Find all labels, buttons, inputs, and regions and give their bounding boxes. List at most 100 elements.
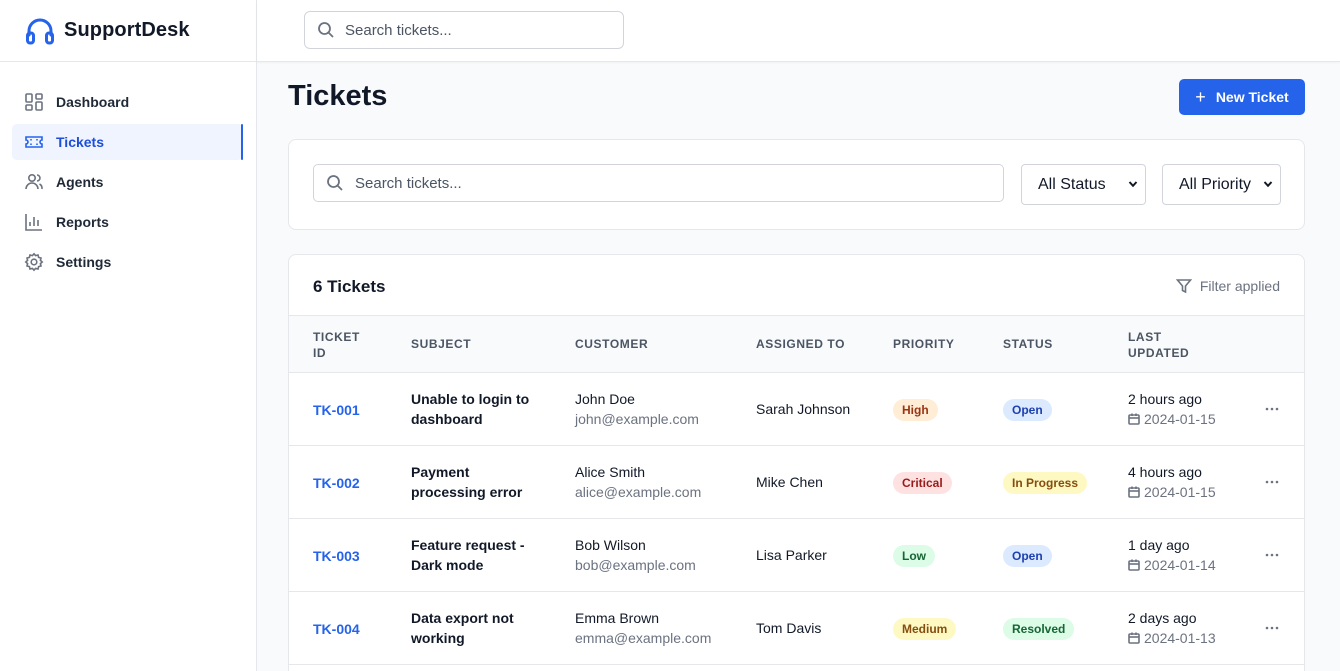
updated-relative: 4 hours ago	[1128, 464, 1202, 480]
updated-relative: 1 day ago	[1128, 537, 1190, 553]
sidebar-item-settings[interactable]: Settings	[12, 244, 243, 280]
sidebar-item-dashboard[interactable]: Dashboard	[12, 84, 243, 120]
more-horizontal-icon	[1265, 480, 1279, 484]
filter-icon	[1175, 279, 1192, 294]
status-badge: Open	[1003, 399, 1052, 421]
assigned-agent: Sarah Johnson	[756, 401, 851, 417]
calendar-icon	[1128, 559, 1140, 571]
updated-date: 2024-01-13	[1144, 630, 1216, 646]
last-updated-cell: 4 hours ago 2024-01-15	[1128, 462, 1216, 502]
priority-badge: Critical	[893, 472, 952, 494]
new-ticket-button[interactable]: + New Ticket	[1179, 79, 1305, 115]
sidebar-item-label: Tickets	[56, 134, 104, 150]
customer-email: alice@example.com	[575, 484, 702, 500]
table-row[interactable]: TK-001 Unable to login to dashboard John…	[289, 373, 1304, 446]
global-search-input[interactable]	[345, 21, 605, 39]
assigned-agent: Mike Chen	[756, 474, 823, 490]
dashboard-icon	[25, 93, 43, 111]
global-search[interactable]	[304, 11, 624, 49]
sidebar-item-reports[interactable]: Reports	[12, 204, 243, 240]
sidebar-item-label: Agents	[56, 174, 104, 190]
table-row[interactable]: TK-004 Data export not working Emma Brow…	[289, 592, 1304, 665]
assigned-agent: Lisa Parker	[756, 547, 827, 563]
table-row[interactable]: TK-002 Payment processing error Alice Sm…	[289, 446, 1304, 519]
ticket-search-input[interactable]	[355, 174, 955, 192]
row-actions-button[interactable]	[1263, 399, 1281, 419]
filter-card: All Status All Priority	[288, 139, 1305, 230]
sidebar: SupportDesk Dashboard Tickets Agents Rep…	[0, 0, 257, 671]
more-horizontal-icon	[1265, 626, 1279, 630]
column-header-status[interactable]: Status	[1003, 336, 1053, 352]
search-icon	[318, 22, 334, 38]
last-updated-cell: 2 hours ago 2024-01-15	[1128, 389, 1216, 429]
customer-email: emma@example.com	[575, 630, 712, 646]
topbar	[257, 0, 1340, 62]
priority-badge: Low	[893, 545, 935, 567]
customer-name: Bob Wilson	[575, 537, 646, 553]
row-actions-button[interactable]	[1263, 545, 1281, 565]
priority-select[interactable]: All Priority	[1162, 164, 1281, 205]
more-horizontal-icon	[1265, 553, 1279, 557]
priority-badge: Medium	[893, 618, 957, 640]
calendar-icon	[1128, 632, 1140, 644]
column-header-customer[interactable]: Customer	[575, 336, 648, 352]
app-name: SupportDesk	[64, 19, 190, 41]
priority-badge: High	[893, 399, 938, 421]
brand[interactable]: SupportDesk	[0, 0, 256, 62]
updated-date: 2024-01-14	[1144, 557, 1216, 573]
filter-indicator[interactable]: Filter applied	[1175, 278, 1280, 294]
sidebar-item-tickets[interactable]: Tickets	[12, 124, 243, 160]
tickets-table-card: 6 Tickets Filter applied Ticket ID Subje…	[288, 254, 1305, 671]
customer-email: john@example.com	[575, 411, 699, 427]
ticket-subject: Data export not working	[411, 610, 514, 646]
row-actions-button[interactable]	[1263, 618, 1281, 638]
status-badge: In Progress	[1003, 472, 1088, 494]
customer-name: John Doe	[575, 391, 635, 407]
headset-icon	[26, 18, 54, 44]
status-select[interactable]: All Status	[1021, 164, 1146, 205]
users-icon	[25, 173, 43, 190]
plus-icon: +	[1195, 87, 1206, 107]
customer-name: Alice Smith	[575, 464, 646, 480]
ticket-id-link[interactable]: TK-004	[313, 619, 360, 639]
updated-relative: 2 days ago	[1128, 610, 1197, 626]
status-select-value: All Status	[1038, 175, 1106, 193]
customer-cell: Emma Brown emma@example.com	[575, 608, 711, 648]
column-header-priority[interactable]: Priority	[893, 336, 954, 352]
customer-email: bob@example.com	[575, 557, 696, 573]
table-row[interactable]: TK-003 Feature request - Dark mode Bob W…	[289, 519, 1304, 592]
ticket-search[interactable]	[313, 164, 1004, 202]
row-actions-button[interactable]	[1263, 472, 1281, 492]
updated-relative: 2 hours ago	[1128, 391, 1202, 407]
page-title: Tickets	[288, 80, 388, 112]
filter-indicator-label: Filter applied	[1199, 278, 1280, 294]
calendar-icon	[1128, 413, 1140, 425]
sidebar-item-agents[interactable]: Agents	[12, 164, 243, 200]
column-header-last-updated[interactable]: Last Updated	[1128, 329, 1189, 361]
chevron-down-icon	[1128, 181, 1138, 188]
updated-date: 2024-01-15	[1144, 484, 1216, 500]
ticket-id-link[interactable]: TK-001	[313, 400, 360, 420]
new-ticket-label: New Ticket	[1215, 89, 1289, 105]
customer-name: Emma Brown	[575, 610, 660, 626]
column-header-ticket-id[interactable]: Ticket ID	[313, 329, 368, 361]
ticket-id-link[interactable]: TK-002	[313, 473, 360, 493]
column-header-subject[interactable]: Subject	[411, 336, 471, 352]
assigned-agent: Tom Davis	[756, 620, 822, 636]
ticket-subject: Payment processing error	[411, 464, 523, 500]
more-horizontal-icon	[1265, 407, 1279, 411]
last-updated-cell: 2 days ago 2024-01-13	[1128, 608, 1216, 648]
last-updated-cell: 1 day ago 2024-01-14	[1128, 535, 1216, 575]
sidebar-item-label: Reports	[56, 214, 109, 230]
calendar-icon	[1128, 486, 1140, 498]
sidebar-nav: Dashboard Tickets Agents Reports Setting…	[0, 62, 256, 280]
column-header-assigned-to[interactable]: Assigned To	[756, 336, 845, 352]
customer-cell: John Doe john@example.com	[575, 389, 699, 429]
priority-select-value: All Priority	[1179, 175, 1252, 193]
table-column-headers: Ticket ID Subject Customer Assigned To P…	[289, 316, 1304, 373]
search-icon	[327, 175, 343, 191]
status-badge: Open	[1003, 545, 1052, 567]
ticket-subject: Feature request - Dark mode	[411, 537, 525, 573]
ticket-icon	[25, 136, 43, 148]
ticket-id-link[interactable]: TK-003	[313, 546, 360, 566]
